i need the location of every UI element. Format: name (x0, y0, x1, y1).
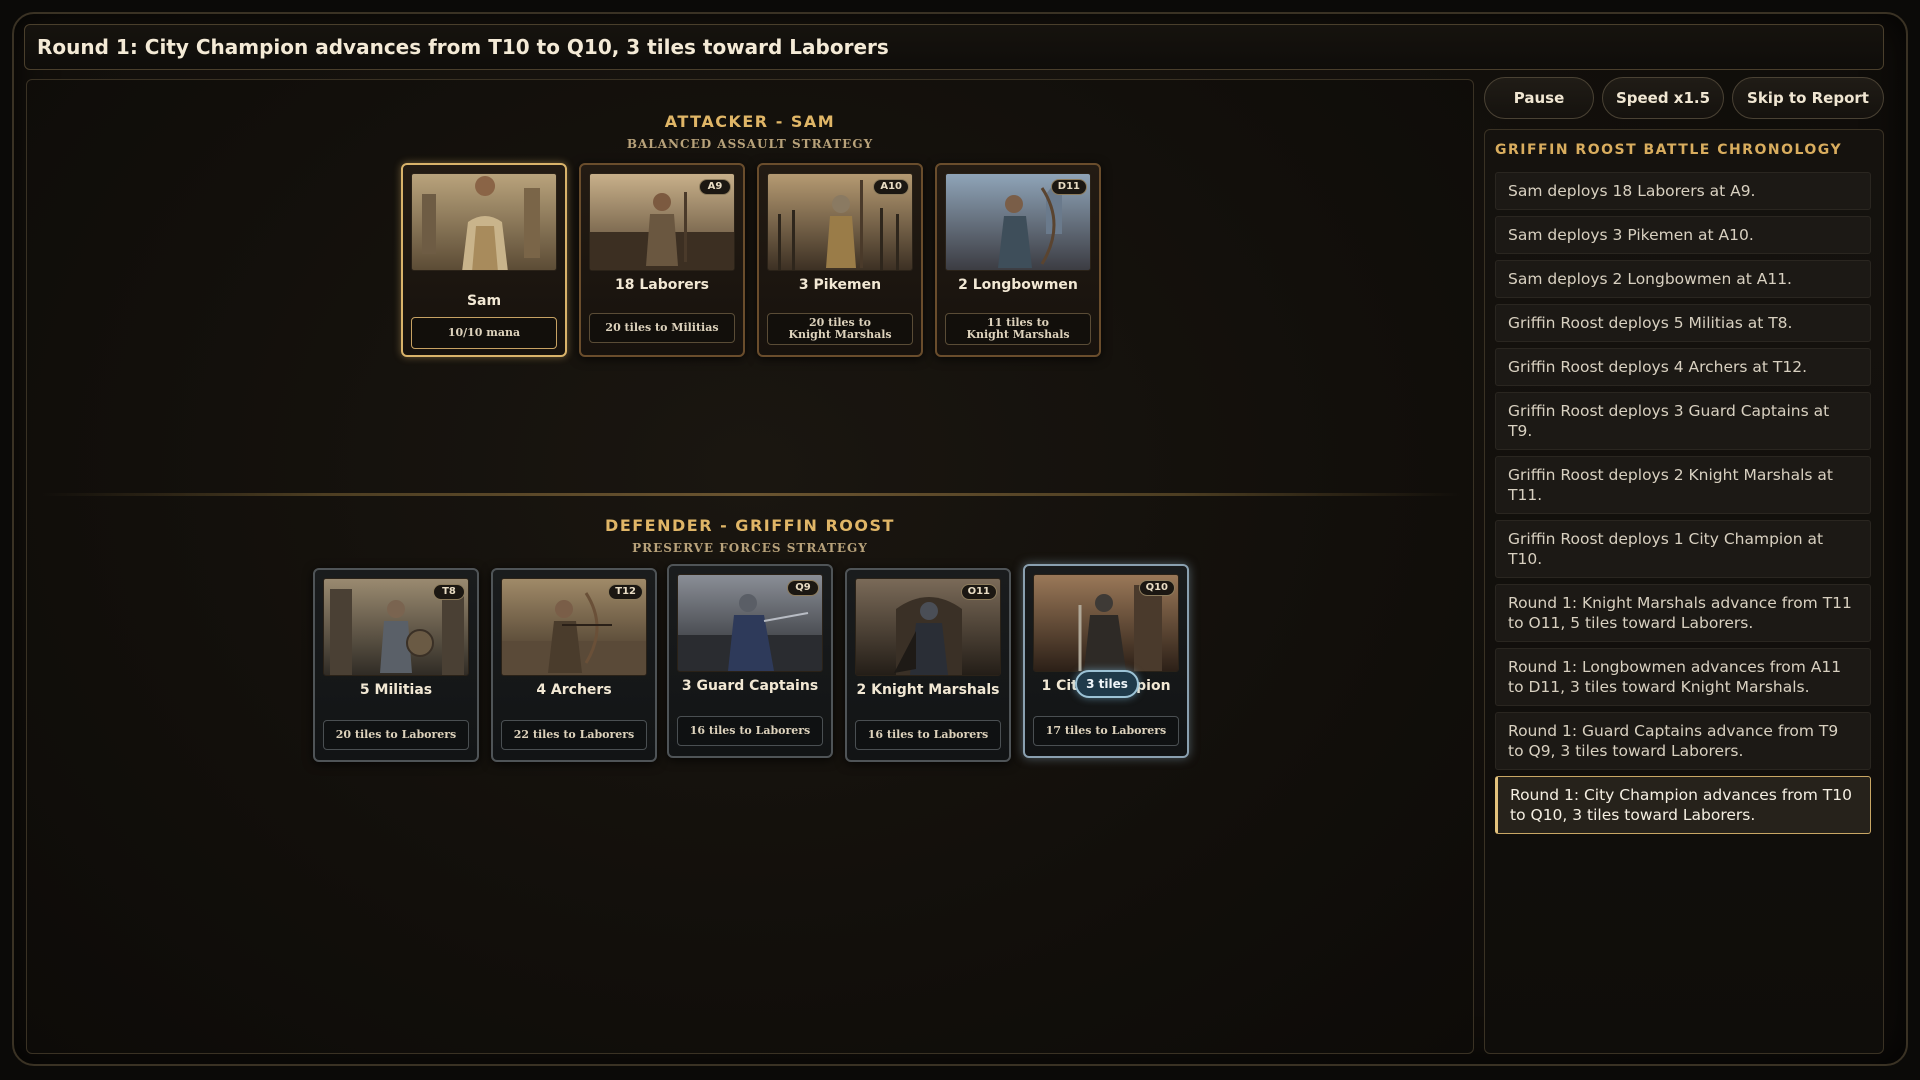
round-status-bar: Round 1: City Champion advances from T10… (24, 24, 1884, 70)
position-badge: O11 (960, 584, 997, 600)
defender-card-militias[interactable]: T8 5 Militias 20 tiles to Laborers (313, 568, 479, 762)
chronology-title: GRIFFIN ROOST BATTLE CHRONOLOGY (1495, 142, 1843, 158)
chronology-entry: Sam deploys 2 Longbowmen at A11. (1495, 260, 1871, 298)
card-name: 2 Longbowmen (958, 277, 1078, 293)
attacker-card-hero[interactable]: Sam 10/10 mana (401, 163, 567, 357)
position-badge: D11 (1050, 179, 1087, 195)
defender-card-archers[interactable]: T12 4 Archers 22 tiles to Laborers (491, 568, 657, 762)
sides-divider (41, 493, 1461, 496)
attacker-header: ATTACKER - SAM BALANCED ASSAULT STRATEGY (27, 112, 1473, 151)
attacker-title: ATTACKER - SAM (664, 112, 836, 131)
defender-strategy: PRESERVE FORCES STRATEGY (632, 541, 868, 555)
hero-commander-portrait (411, 173, 557, 271)
position-badge: Q9 (787, 580, 819, 596)
position-badge: A9 (699, 179, 731, 195)
card-name: 4 Archers (536, 682, 612, 698)
position-badge: Q10 (1138, 580, 1175, 596)
attacker-card-pikemen[interactable]: A10 3 Pikemen 20 tiles to Knight Marshal… (757, 163, 923, 357)
chronology-entry: Griffin Roost deploys 3 Guard Captains a… (1495, 392, 1871, 450)
card-info: 10/10 mana (411, 317, 557, 349)
card-name: 3 Guard Captains (681, 678, 819, 694)
card-info: 11 tiles to Knight Marshals (945, 313, 1091, 345)
battlefield-panel: ATTACKER - SAM BALANCED ASSAULT STRATEGY… (26, 79, 1474, 1054)
card-info: 20 tiles to Knight Marshals (767, 313, 913, 345)
movement-tiles-pill: 3 tiles (1075, 670, 1139, 698)
battle-chronology-panel: GRIFFIN ROOST BATTLE CHRONOLOGY Sam depl… (1484, 129, 1884, 1054)
defender-card-city-champion[interactable]: Q10 1 City Champion 3 tiles 17 tiles to … (1023, 564, 1189, 758)
attacker-card-laborers[interactable]: A9 18 Laborers 20 tiles to Militias (579, 163, 745, 357)
chronology-entry: Griffin Roost deploys 4 Archers at T12. (1495, 348, 1871, 386)
defender-header: DEFENDER - GRIFFIN ROOST PRESERVE FORCES… (27, 516, 1473, 555)
chronology-entry: Griffin Roost deploys 2 Knight Marshals … (1495, 456, 1871, 514)
speed-button[interactable]: Speed x1.5 (1602, 77, 1724, 119)
position-badge: T12 (608, 584, 643, 600)
card-info: 16 tiles to Laborers (677, 716, 823, 746)
chronology-entry: Sam deploys 18 Laborers at A9. (1495, 172, 1871, 210)
card-name: 3 Pikemen (798, 277, 882, 293)
chronology-list: Sam deploys 18 Laborers at A9. Sam deplo… (1495, 172, 1871, 840)
pause-button[interactable]: Pause (1484, 77, 1594, 119)
card-info: 17 tiles to Laborers (1033, 716, 1179, 746)
card-info: 20 tiles to Laborers (323, 720, 469, 750)
attacker-strategy: BALANCED ASSAULT STRATEGY (626, 137, 874, 151)
chronology-entry: Round 1: Knight Marshals advance from T1… (1495, 584, 1871, 642)
card-name: Sam (466, 293, 502, 309)
card-info: 22 tiles to Laborers (501, 720, 647, 750)
chronology-entry: Round 1: Longbowmen advances from A11 to… (1495, 648, 1871, 706)
card-info: 16 tiles to Laborers (855, 720, 1001, 750)
skip-to-report-button[interactable]: Skip to Report (1732, 77, 1884, 119)
round-status-text: Round 1: City Champion advances from T10… (37, 35, 889, 59)
chronology-entry-current: Round 1: City Champion advances from T10… (1495, 776, 1871, 834)
defender-card-guard-captains[interactable]: Q9 3 Guard Captains 16 tiles to Laborers (667, 564, 833, 758)
attacker-card-longbowmen[interactable]: D11 2 Longbowmen 11 tiles to Knight Mars… (935, 163, 1101, 357)
defender-card-knight-marshals[interactable]: O11 2 Knight Marshals 16 tiles to Labore… (845, 568, 1011, 762)
chronology-entry: Round 1: Guard Captains advance from T9 … (1495, 712, 1871, 770)
position-badge: A10 (873, 179, 909, 195)
chronology-entry: Sam deploys 3 Pikemen at A10. (1495, 216, 1871, 254)
position-badge: T8 (433, 584, 465, 600)
card-name: 18 Laborers (614, 277, 709, 293)
card-name: 2 Knight Marshals (856, 682, 1000, 698)
card-name: 5 Militias (359, 682, 433, 698)
defender-title: DEFENDER - GRIFFIN ROOST (605, 516, 895, 535)
chronology-entry: Griffin Roost deploys 1 City Champion at… (1495, 520, 1871, 578)
chronology-entry: Griffin Roost deploys 5 Militias at T8. (1495, 304, 1871, 342)
card-info: 20 tiles to Militias (589, 313, 735, 343)
